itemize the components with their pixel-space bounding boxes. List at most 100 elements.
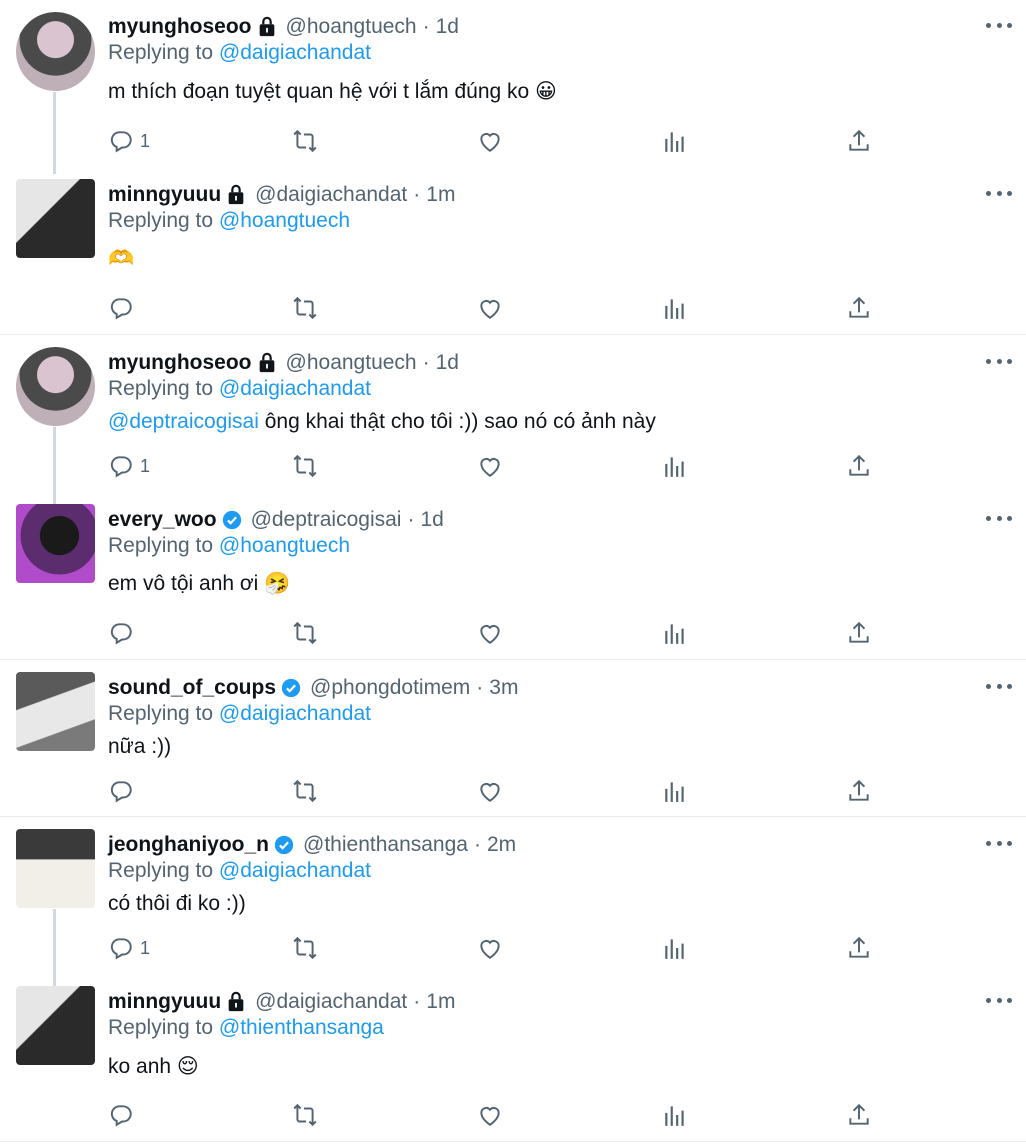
like-button[interactable] bbox=[477, 776, 503, 806]
avatar[interactable] bbox=[16, 986, 95, 1065]
user-handle[interactable]: @hoangtuech bbox=[286, 15, 417, 39]
views-button[interactable] bbox=[662, 618, 688, 648]
timestamp[interactable]: 1m bbox=[426, 990, 455, 1014]
display-name[interactable]: myunghoseoo bbox=[108, 15, 252, 39]
reply-icon bbox=[110, 1105, 132, 1127]
replying-label: Replying to bbox=[108, 1016, 214, 1039]
display-name[interactable]: every_woo bbox=[108, 508, 217, 532]
reply-button[interactable]: 1 bbox=[108, 451, 150, 481]
heart-icon bbox=[480, 458, 500, 477]
display-name[interactable]: minngyuuu bbox=[108, 183, 221, 207]
more-icon[interactable] bbox=[986, 354, 1012, 368]
share-button[interactable] bbox=[846, 1100, 872, 1130]
like-button[interactable] bbox=[477, 451, 503, 481]
replying-to-link[interactable]: @thienthansanga bbox=[219, 1016, 384, 1039]
display-name[interactable]: jeonghaniyoo_n bbox=[108, 833, 269, 857]
display-name[interactable]: minngyuuu bbox=[108, 990, 221, 1014]
action-bar: 1 bbox=[108, 451, 888, 481]
replying-label: Replying to bbox=[108, 859, 214, 882]
share-button[interactable] bbox=[846, 293, 872, 323]
user-handle[interactable]: @daigiachandat bbox=[255, 990, 407, 1014]
retweet-icon bbox=[293, 129, 317, 153]
more-icon[interactable] bbox=[986, 186, 1012, 200]
retweet-button[interactable] bbox=[292, 451, 318, 481]
timestamp[interactable]: 1m bbox=[426, 183, 455, 207]
more-icon[interactable] bbox=[986, 18, 1012, 32]
action-bar bbox=[108, 1100, 888, 1130]
avatar[interactable] bbox=[16, 12, 95, 91]
share-button[interactable] bbox=[846, 618, 872, 648]
avatar[interactable] bbox=[16, 829, 95, 908]
timestamp[interactable]: 1d bbox=[436, 351, 459, 375]
user-handle[interactable]: @phongdotimem bbox=[310, 676, 470, 700]
more-icon[interactable] bbox=[986, 836, 1012, 850]
avatar[interactable] bbox=[16, 672, 95, 751]
share-button[interactable] bbox=[846, 933, 872, 963]
reply-button[interactable] bbox=[108, 776, 140, 806]
share-button[interactable] bbox=[846, 451, 872, 481]
retweet-button[interactable] bbox=[292, 618, 318, 648]
reply-button[interactable] bbox=[108, 1100, 140, 1130]
tweet[interactable]: myunghoseoo @hoangtuech · 1d Replying to… bbox=[0, 0, 1026, 174]
more-icon[interactable] bbox=[986, 511, 1012, 525]
retweet-button[interactable] bbox=[292, 776, 318, 806]
retweet-button[interactable] bbox=[292, 293, 318, 323]
tweet[interactable]: jeonghaniyoo_n @thienthansanga · 2m Repl… bbox=[0, 817, 1026, 987]
views-button[interactable] bbox=[662, 451, 688, 481]
avatar[interactable] bbox=[16, 347, 95, 426]
tweet[interactable]: minngyuuu @daigiachandat · 1m Replying t… bbox=[0, 167, 1026, 334]
analytics-icon bbox=[665, 1106, 684, 1126]
lock-icon bbox=[228, 184, 244, 205]
tweet-header: jeonghaniyoo_n @thienthansanga · 2m bbox=[108, 831, 516, 859]
views-button[interactable] bbox=[662, 776, 688, 806]
tweet[interactable]: myunghoseoo @hoangtuech · 1d Replying to… bbox=[0, 335, 1026, 505]
tweet[interactable]: minngyuuu @daigiachandat · 1m Replying t… bbox=[0, 974, 1026, 1146]
timestamp[interactable]: 3m bbox=[489, 676, 518, 700]
like-button[interactable] bbox=[477, 618, 503, 648]
share-icon bbox=[849, 129, 869, 151]
replying-to-link[interactable]: @daigiachandat bbox=[219, 859, 371, 882]
more-icon[interactable] bbox=[986, 993, 1012, 1007]
lock-icon bbox=[259, 352, 274, 373]
tweet-text: có thôi đi ko :)) bbox=[108, 892, 246, 915]
timestamp[interactable]: 1d bbox=[420, 508, 443, 532]
heart-icon bbox=[480, 1107, 500, 1126]
replying-to-link[interactable]: @daigiachandat bbox=[219, 702, 371, 725]
replying-to-link[interactable]: @hoangtuech bbox=[219, 534, 350, 557]
retweet-button[interactable] bbox=[292, 1100, 318, 1130]
user-handle[interactable]: @daigiachandat bbox=[255, 183, 407, 207]
share-button[interactable] bbox=[846, 776, 872, 806]
reply-button[interactable]: 1 bbox=[108, 126, 150, 156]
replying-label: Replying to bbox=[108, 41, 214, 64]
avatar[interactable] bbox=[16, 179, 95, 258]
retweet-button[interactable] bbox=[292, 933, 318, 963]
share-button[interactable] bbox=[846, 126, 872, 156]
timestamp[interactable]: 1d bbox=[436, 15, 459, 39]
tweet[interactable]: every_woo @deptraicogisai · 1d Replying … bbox=[0, 492, 1026, 659]
timestamp[interactable]: 2m bbox=[487, 833, 516, 857]
reply-button[interactable]: 1 bbox=[108, 933, 150, 963]
reply-button[interactable] bbox=[108, 618, 140, 648]
replying-to-link[interactable]: @hoangtuech bbox=[219, 209, 350, 232]
replying-to-link[interactable]: @daigiachandat bbox=[219, 377, 371, 400]
reply-button[interactable] bbox=[108, 293, 140, 323]
like-button[interactable] bbox=[477, 126, 503, 156]
views-button[interactable] bbox=[662, 126, 688, 156]
views-button[interactable] bbox=[662, 1100, 688, 1130]
views-button[interactable] bbox=[662, 933, 688, 963]
user-handle[interactable]: @hoangtuech bbox=[286, 351, 417, 375]
replying-to-link[interactable]: @daigiachandat bbox=[219, 41, 371, 64]
mention-link[interactable]: @deptraicogisai bbox=[108, 410, 259, 433]
user-handle[interactable]: @deptraicogisai bbox=[251, 508, 402, 532]
like-button[interactable] bbox=[477, 1100, 503, 1130]
avatar[interactable] bbox=[16, 504, 95, 583]
more-icon[interactable] bbox=[986, 679, 1012, 693]
user-handle[interactable]: @thienthansanga bbox=[303, 833, 468, 857]
display-name[interactable]: sound_of_coups bbox=[108, 676, 276, 700]
like-button[interactable] bbox=[477, 933, 503, 963]
tweet[interactable]: sound_of_coups @phongdotimem · 3m Replyi… bbox=[0, 660, 1026, 816]
display-name[interactable]: myunghoseoo bbox=[108, 351, 252, 375]
like-button[interactable] bbox=[477, 293, 503, 323]
retweet-button[interactable] bbox=[292, 126, 318, 156]
views-button[interactable] bbox=[662, 293, 688, 323]
